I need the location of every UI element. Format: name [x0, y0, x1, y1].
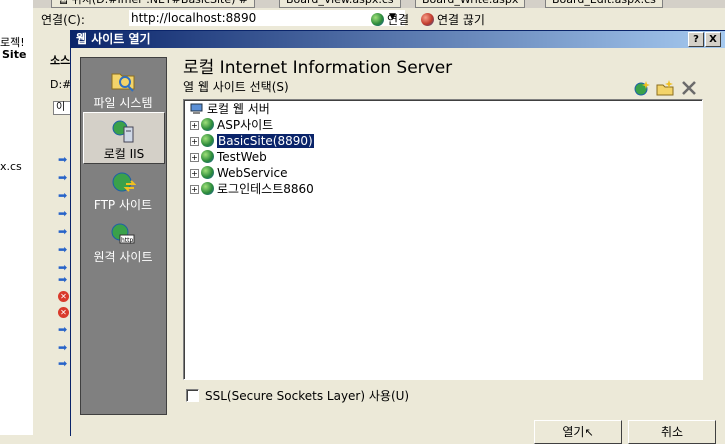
tree-item[interactable]: + 로그인테스트8860	[190, 182, 314, 197]
nav-label: FTP 사이트	[93, 198, 153, 212]
connection-label: 연결(C):	[41, 13, 85, 27]
tree-item-label: ASP사이트	[217, 118, 274, 132]
arrow-icon: ➡	[58, 243, 68, 256]
computer-icon	[190, 103, 203, 114]
tree-root[interactable]: 로컬 웹 서버	[190, 102, 270, 117]
connection-url-input[interactable]	[129, 10, 405, 26]
location-nav: 파일 시스템 로컬 IIS FTP 사이트 http 원격 사이트	[80, 57, 167, 415]
nav-item-remote-site[interactable]: http 원격 사이트	[83, 216, 163, 266]
expand-icon[interactable]: +	[190, 185, 199, 194]
bg-panel-fragment: 소스	[50, 54, 71, 67]
ssl-checkbox[interactable]	[186, 389, 199, 402]
arrow-icon: ➡	[58, 341, 68, 354]
bg-panel-fragment: D:#	[50, 78, 72, 91]
arrow-icon: ➡	[58, 153, 68, 166]
arrow-icon: ➡	[58, 357, 68, 370]
dialog-title: 웹 사이트 열기	[76, 32, 151, 46]
tree-item-selected[interactable]: + BasicSite(8890)	[190, 133, 315, 149]
svg-text:http: http	[121, 237, 134, 244]
iis-server-icon	[112, 120, 134, 143]
bg-fragment-3: x.cs	[0, 160, 22, 173]
dialog-titlebar[interactable]: 웹 사이트 열기 ? X	[71, 31, 725, 48]
bg-tab[interactable]: Board_View.aspx.cs	[279, 0, 401, 8]
background-tab-strip: 웹 위치(D:#Imer .NET#BasicSite) # Board_Vie…	[33, 0, 725, 8]
close-button[interactable]: X	[705, 32, 721, 47]
connect-button[interactable]: 연결	[371, 11, 409, 28]
globe-icon	[371, 13, 384, 26]
arrow-icon: ➡	[58, 171, 68, 184]
nav-label: 원격 사이트	[93, 250, 153, 264]
bg-tab[interactable]: Board_Write.aspx	[415, 0, 526, 8]
nav-item-ftp-site[interactable]: FTP 사이트	[83, 164, 163, 214]
open-button[interactable]: 열기↖	[534, 420, 622, 444]
nav-item-file-system[interactable]: 파일 시스템	[83, 62, 163, 112]
globe-icon	[201, 182, 214, 195]
globe-disconnect-icon	[421, 13, 434, 26]
tree-item-label: 로그인테스트8860	[217, 182, 314, 196]
disconnect-button[interactable]: 연결 끊기	[421, 11, 485, 28]
error-icon: ✕	[58, 307, 69, 318]
new-folder-icon[interactable]	[656, 80, 674, 96]
tree-item-label: BasicSite(8890)	[216, 133, 315, 149]
connection-toolbar: 연결(C): ▼ 연결 연결 끊기	[33, 8, 725, 31]
arrow-icon: ➡	[58, 273, 68, 286]
dialog-heading: 로컬 Internet Information Server	[183, 58, 453, 78]
arrow-icon: ➡	[58, 323, 68, 336]
expand-icon[interactable]: +	[190, 169, 199, 178]
tree-item[interactable]: + TestWeb	[190, 150, 267, 165]
tree-item-label: WebService	[217, 166, 288, 180]
open-website-dialog: 웹 사이트 열기 ? X 파일 시스템 로컬 IIS FTP 사이트 http …	[70, 30, 725, 444]
globe-icon	[201, 166, 214, 179]
error-icon: ✕	[58, 291, 69, 302]
arrow-icon: ➡	[58, 207, 68, 220]
bg-tab[interactable]: Board_Edit.aspx.cs	[545, 0, 663, 8]
arrow-icon: ➡	[58, 189, 68, 202]
nav-label: 로컬 IIS	[103, 147, 145, 161]
connect-label: 연결	[387, 13, 410, 27]
expand-icon[interactable]: +	[190, 153, 199, 162]
ssl-label: SSL(Secure Sockets Layer) 사용(U)	[205, 389, 410, 403]
nav-item-local-iis[interactable]: 로컬 IIS	[83, 112, 165, 164]
tree-item[interactable]: + ASP사이트	[190, 118, 273, 133]
bg-fragment-2: Site	[2, 48, 27, 61]
ssl-option[interactable]: SSL(Secure Sockets Layer) 사용(U)	[186, 387, 409, 404]
help-button[interactable]: ?	[688, 32, 704, 47]
new-site-icon[interactable]	[633, 80, 651, 96]
tree-root-label: 로컬 웹 서버	[207, 102, 270, 116]
select-website-label: 열 웹 사이트 선택(S)	[183, 80, 289, 94]
website-tree[interactable]: 로컬 웹 서버 + ASP사이트 + BasicSite(8890) + TestWe…	[183, 99, 703, 380]
tree-item[interactable]: + WebService	[190, 166, 288, 181]
background-solution-panel: 로젝! Site x.cs	[0, 0, 34, 435]
bg-tab[interactable]: 웹 위치(D:#Imer .NET#BasicSite) #	[51, 0, 256, 8]
delete-icon[interactable]	[680, 80, 698, 96]
expand-icon[interactable]: +	[190, 121, 199, 130]
open-button-label: 열기	[562, 425, 585, 439]
globe-icon	[201, 118, 214, 131]
cancel-button[interactable]: 취소	[628, 420, 716, 444]
cursor-icon: ↖	[584, 426, 594, 439]
globe-icon	[201, 150, 214, 163]
disconnect-label: 연결 끊기	[437, 13, 485, 27]
folder-icon	[111, 73, 135, 92]
globe-icon	[201, 134, 214, 147]
tree-item-label: TestWeb	[217, 150, 267, 164]
http-globe-icon: http	[111, 223, 135, 244]
ftp-globe-icon	[112, 172, 136, 192]
nav-label: 파일 시스템	[93, 96, 153, 110]
arrow-icon: ➡	[58, 225, 68, 238]
expand-icon[interactable]: +	[190, 137, 199, 146]
